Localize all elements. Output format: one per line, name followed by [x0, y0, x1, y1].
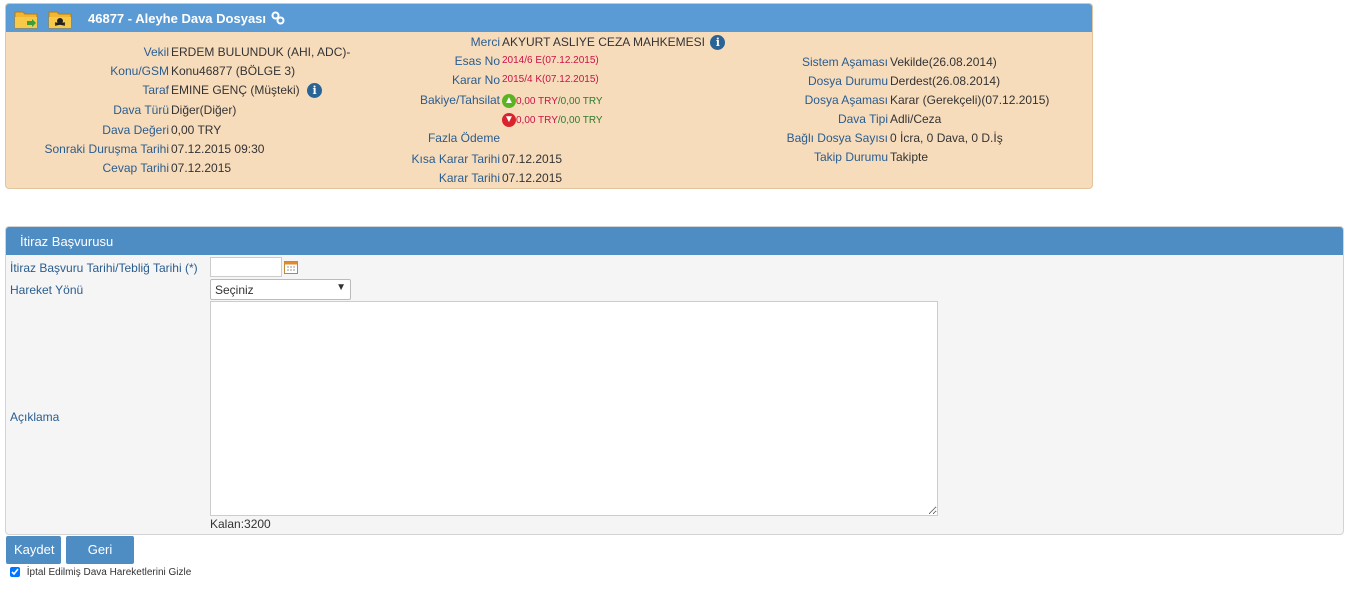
- info-value: 07.12.2015: [502, 171, 563, 185]
- info-row-fazla: Fazla Ödeme: [306, 130, 706, 146]
- info-row-dosya-asamasi: Dosya Aşaması Karar (Gerekçeli)(07.12.20…: [706, 92, 1086, 108]
- info-value: Diğer(Diğer): [171, 103, 237, 117]
- info-value: Karar (Gerekçeli)(07.12.2015): [890, 93, 1050, 107]
- merci-value: AKYURT ASLIYE CEZA MAHKEMESI: [502, 35, 705, 49]
- bakiye-down-green: 0,00 TRY: [560, 115, 603, 126]
- taraf-value: EMINE GENÇ (Müşteki): [171, 83, 300, 97]
- direction-label: Hareket Yönü: [10, 283, 84, 297]
- description-label: Açıklama: [10, 410, 60, 424]
- info-label: Sonraki Duruşma Tarihi: [44, 142, 170, 156]
- case-summary-panel: 46877 - Aleyhe Dava Dosyası Vekil ERDEM …: [5, 3, 1093, 189]
- info-label: Karar Tarihi: [438, 171, 500, 185]
- date-label: İtiraz Başvuru Tarihi/Tebliğ Tarihi (*): [10, 261, 198, 275]
- info-label: Sistem Aşaması: [801, 55, 888, 69]
- direction-select[interactable]: Seçiniz ▼: [210, 279, 351, 300]
- info-value: ▲ 0,00 TRY/0,00 TRY: [502, 92, 603, 110]
- objection-form-panel: İtiraz Başvurusu İtiraz Başvuru Tarihi/T…: [5, 226, 1344, 535]
- info-label: Dava Tipi: [837, 112, 888, 126]
- info-label: Taraf: [142, 83, 169, 97]
- description-textarea[interactable]: [210, 301, 938, 516]
- direction-select-value: Seçiniz: [215, 283, 254, 297]
- info-label: Dosya Aşaması: [804, 93, 888, 107]
- info-value: 07.12.2015 09:30: [171, 142, 265, 156]
- info-row-merci: Merci AKYURT ASLIYE CEZA MAHKEMESI i: [306, 34, 726, 51]
- info-label: Karar No: [451, 73, 500, 87]
- info-label: Bakiye/Tahsilat: [419, 93, 500, 107]
- info-value: 0,00 TRY: [171, 123, 222, 137]
- info-label: Konu/GSM: [110, 64, 169, 78]
- info-row-bakiye-down: ▼ 0,00 TRY/0,00 TRY: [306, 111, 706, 127]
- info-row-sistem: Sistem Aşaması Vekilde(26.08.2014): [706, 54, 1086, 70]
- info-value: Konu46877 (BÖLGE 3): [171, 64, 296, 78]
- info-value: 07.12.2015: [171, 161, 232, 175]
- dropdown-arrow-icon: ▼: [336, 282, 346, 293]
- info-value: 2015/4 K(07.12.2015): [502, 74, 599, 85]
- info-value: Adli/Ceza: [890, 112, 942, 126]
- form-title: İtiraz Başvurusu: [20, 234, 114, 249]
- info-value: 2014/6 E(07.12.2015): [502, 55, 599, 66]
- info-label: Merci: [470, 35, 500, 49]
- info-row-dava-tipi: Dava Tipi Adli/Ceza: [706, 111, 1086, 127]
- info-row-kisa-karar: Kısa Karar Tarihi 07.12.2015: [306, 151, 706, 167]
- info-label: Bağlı Dosya Sayısı: [786, 131, 888, 145]
- info-row-esas: Esas No 2014/6 E(07.12.2015): [306, 53, 706, 69]
- info-label: Kısa Karar Tarihi: [411, 152, 500, 166]
- info-row-bakiye: Bakiye/Tahsilat ▲ 0,00 TRY/0,00 TRY: [306, 92, 706, 108]
- date-input[interactable]: [210, 257, 282, 277]
- calendar-icon[interactable]: [284, 260, 298, 274]
- info-value: Derdest(26.08.2014): [890, 74, 1001, 88]
- form-header-bar: İtiraz Başvurusu: [6, 227, 1343, 255]
- case-title: 46877 - Aleyhe Dava Dosyası: [88, 11, 267, 26]
- info-row-karar-tarihi: Karar Tarihi 07.12.2015: [306, 170, 706, 186]
- info-label: Dava Değeri: [102, 123, 169, 137]
- bakiye-up-green: 0,00 TRY: [560, 96, 603, 107]
- info-value: 0 İcra, 0 Dava, 0 D.İş: [890, 131, 1003, 145]
- info-value: Vekilde(26.08.2014): [890, 55, 997, 69]
- case-header-bar: 46877 - Aleyhe Dava Dosyası: [6, 4, 1092, 32]
- back-button[interactable]: Geri Dön: [66, 536, 134, 585]
- info-label: Takip Durumu: [813, 150, 888, 164]
- folder-icon[interactable]: [14, 9, 38, 29]
- info-value: ▼ 0,00 TRY/0,00 TRY: [502, 111, 603, 129]
- info-row-takip: Takip Durumu Takipte: [706, 149, 1086, 165]
- skull-folder-icon[interactable]: [48, 9, 72, 29]
- save-button[interactable]: Kaydet: [6, 536, 61, 564]
- bakiye-up-red: 0,00 TRY: [516, 96, 558, 107]
- hide-cancelled-checkbox[interactable]: [10, 567, 20, 578]
- bakiye-down-red: 0,00 TRY: [516, 115, 558, 126]
- info-value: EMINE GENÇ (Müşteki) i: [171, 82, 323, 99]
- info-icon[interactable]: i: [710, 35, 726, 51]
- arrow-up-icon: ▲: [502, 93, 516, 108]
- info-value: Takipte: [890, 150, 929, 164]
- arrow-down-icon: ▼: [502, 112, 516, 127]
- info-row-bagli-dosya: Bağlı Dosya Sayısı 0 İcra, 0 Dava, 0 D.İ…: [706, 130, 1086, 146]
- info-value: 07.12.2015: [502, 152, 563, 166]
- info-row-dosya-durumu: Dosya Durumu Derdest(26.08.2014): [706, 73, 1086, 89]
- info-label: Dosya Durumu: [807, 74, 888, 88]
- link-icon[interactable]: [271, 11, 285, 25]
- info-label: Fazla Ödeme: [427, 131, 500, 145]
- remaining-chars: Kalan:3200: [210, 517, 271, 531]
- info-label: Vekil: [143, 45, 169, 59]
- hide-cancelled-row: İptal Edilmiş Dava Hareketlerini Gizle: [10, 566, 191, 580]
- info-label: Esas No: [454, 54, 500, 68]
- info-value: AKYURT ASLIYE CEZA MAHKEMESI i: [502, 34, 726, 51]
- hide-cancelled-label[interactable]: İptal Edilmiş Dava Hareketlerini Gizle: [27, 567, 192, 578]
- info-label: Cevap Tarihi: [102, 161, 169, 175]
- info-label: Dava Türü: [113, 103, 169, 117]
- info-row-karar-no: Karar No 2015/4 K(07.12.2015): [306, 72, 706, 88]
